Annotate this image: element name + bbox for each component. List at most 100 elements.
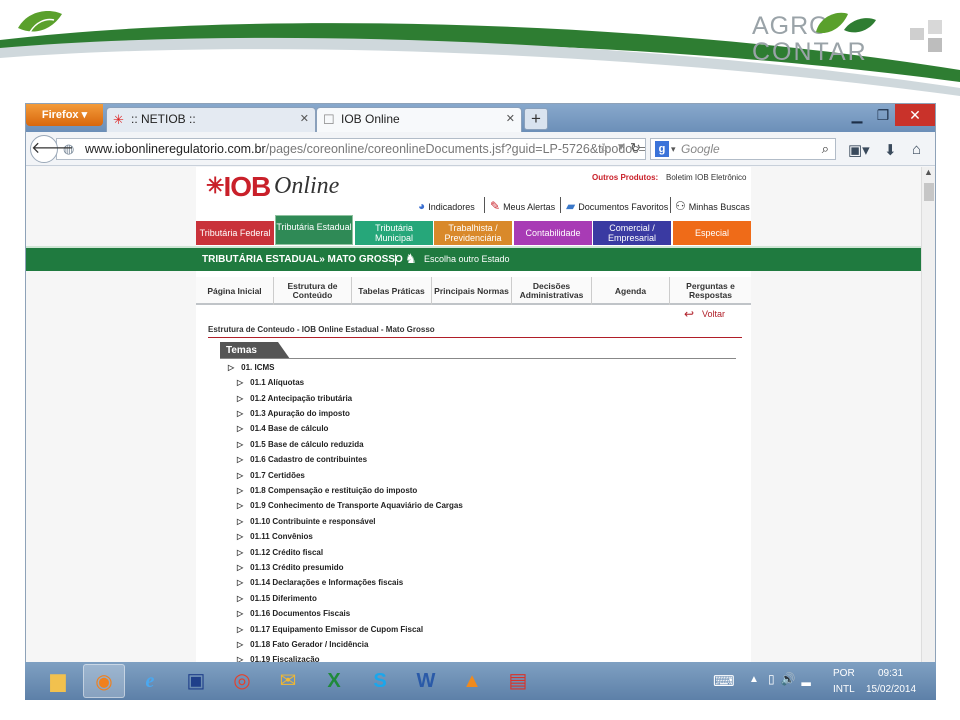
back-button[interactable]: 🡐	[30, 135, 74, 163]
tree-root-icms[interactable]: ▷ 01. ICMS	[228, 363, 275, 372]
search-input[interactable]: g ▾ Google ⌕	[650, 138, 836, 160]
keyboard-layout-indicator[interactable]: INTL	[833, 684, 855, 695]
browser-window: Firefox ▾ ✳ :: NETIOB :: ✕ ☐ IOB Online …	[25, 103, 936, 700]
tree-item[interactable]: ▷ 01.18 Fato Gerador / Incidência	[237, 640, 368, 649]
menu-principais-normas[interactable]: Principais Normas	[432, 277, 512, 305]
language-indicator[interactable]: POR	[833, 668, 855, 679]
tree-item[interactable]: ▷ 01.17 Equipamento Emissor de Cupom Fisc…	[237, 625, 423, 634]
tree-item[interactable]: ▷ 01.16 Documentos Fiscais	[237, 609, 350, 618]
reload-icon[interactable]: ↻	[630, 140, 641, 156]
tab-close-icon[interactable]: ✕	[506, 108, 515, 131]
temas-header: Temas	[220, 342, 290, 359]
breadcrumb: Estrutura de Conteudo - IOB Online Estad…	[208, 325, 435, 334]
tab-comercial[interactable]: Comercial / Empresarial	[593, 221, 671, 245]
corner-squares-icon	[910, 20, 942, 52]
vertical-scrollbar[interactable]: ▲	[921, 167, 935, 699]
app-red-icon[interactable]: ▤	[497, 664, 539, 698]
expand-triangle-icon: ▷	[237, 640, 244, 649]
tree-item[interactable]: ▷ 01.15 Diferimento	[237, 594, 317, 603]
vlc-icon[interactable]: ▲	[451, 664, 493, 698]
menu-decisoes-administrativas[interactable]: Decisões Administrativas	[512, 277, 592, 305]
back-link[interactable]: ↩ Voltar	[684, 307, 725, 321]
dropdown-arrow-icon[interactable]: ▼	[616, 142, 626, 153]
util-divider	[670, 197, 671, 213]
internet-explorer-icon[interactable]: e	[129, 664, 171, 698]
network-computer-icon[interactable]: ▣	[175, 664, 217, 698]
tab-iob-online[interactable]: ☐ IOB Online ✕	[316, 107, 522, 132]
word-icon[interactable]: W	[405, 664, 447, 698]
toolbar-widget-icon[interactable]: ▣▾	[848, 141, 870, 159]
boletim-link[interactable]: Boletim IOB Eletrônico	[666, 173, 746, 182]
choose-state-link[interactable]: Escolha outro Estado	[424, 254, 510, 264]
tree-item[interactable]: ▷ 01.6 Cadastro de contribuintes	[237, 455, 367, 464]
show-hidden-icons-icon[interactable]: ▲	[749, 674, 759, 685]
tree-item[interactable]: ▷ 01.14 Declarações e Informações fiscais	[237, 578, 403, 587]
leaf-left-icon	[18, 10, 62, 32]
brazil-map-icon[interactable]: ♞	[405, 251, 417, 267]
url-host: www.iobonlineregulatorio.com.br	[85, 142, 266, 156]
tray-status-icons[interactable]: ▯🔊▂	[768, 672, 817, 686]
outlook-icon[interactable]: ✉	[267, 664, 309, 698]
menu-tabelas-praticas[interactable]: Tabelas Práticas	[352, 277, 432, 305]
tree-item[interactable]: ▷ 01.12 Crédito fiscal	[237, 548, 323, 557]
tree-item[interactable]: ▷ 01.11 Convênios	[237, 532, 313, 541]
tab-trabalhista[interactable]: Trabalhista / Previdenciária	[434, 221, 512, 245]
alert-icon: ✎	[490, 199, 501, 213]
binoculars-icon: ⚇	[675, 199, 686, 213]
menu-pagina-inicial[interactable]: Página Inicial	[196, 277, 274, 305]
clock-time[interactable]: 09:31	[878, 668, 903, 679]
keyboard-icon[interactable]: ⌨	[713, 672, 735, 690]
alerts-link[interactable]: ✎ Meus Alertas	[490, 199, 555, 213]
tree-item[interactable]: ▷ 01.7 Certidões	[237, 471, 305, 480]
tree-item[interactable]: ▷ 01.13 Crédito presumido	[237, 563, 344, 572]
close-window-icon[interactable]: ✕	[895, 104, 935, 126]
menu-agenda[interactable]: Agenda	[592, 277, 670, 305]
expand-triangle-icon: ▷	[237, 548, 244, 557]
tab-tributaria-federal[interactable]: Tributária Federal	[196, 221, 274, 245]
tab-netiob[interactable]: ✳ :: NETIOB :: ✕	[106, 107, 316, 132]
firefox-icon[interactable]: ◉	[83, 664, 125, 698]
search-icon[interactable]: ⌕	[822, 139, 829, 159]
scroll-thumb[interactable]	[924, 183, 934, 201]
search-engine-dropdown-icon[interactable]: ▾	[671, 139, 676, 159]
scroll-up-icon[interactable]: ▲	[924, 167, 933, 177]
logo-leaves-icon	[816, 12, 876, 34]
tree-item[interactable]: ▷ 01.5 Base de cálculo reduzida	[237, 440, 364, 449]
tree-item[interactable]: ▷ 01.2 Antecipação tributária	[237, 394, 352, 403]
menu-estrutura-conteudo[interactable]: Estrutura de Conteúdo	[274, 277, 352, 305]
tree-item[interactable]: ▷ 01.8 Compensação e restituição do impos…	[237, 486, 417, 495]
indicators-link[interactable]: ◕ Indicadores	[418, 199, 475, 213]
page-favicon-icon: ☐	[323, 112, 335, 127]
google-icon: g	[655, 141, 669, 157]
downloads-icon[interactable]: ⬇	[884, 141, 897, 159]
tab-tributaria-estadual[interactable]: Tributária Estadual	[275, 215, 353, 245]
tab-close-icon[interactable]: ✕	[300, 108, 309, 131]
section-title: TRIBUTÁRIA ESTADUAL» MATO GROSSO	[202, 254, 403, 265]
bookmark-star-icon[interactable]: ☆	[598, 140, 611, 157]
favorite-documents-link[interactable]: ▰ Documentos Favoritos	[566, 199, 668, 213]
menu-perguntas-respostas[interactable]: Perguntas e Respostas	[670, 277, 751, 305]
content-menu: Página Inicial Estrutura de Conteúdo Tab…	[196, 277, 751, 305]
skype-icon[interactable]: S	[359, 664, 401, 698]
page-viewport: ✳IOB Online Outros Produtos: Boletim IOB…	[26, 167, 921, 699]
netiob-favicon-icon: ✳	[113, 112, 124, 127]
firefox-menu-button[interactable]: Firefox ▾	[26, 104, 103, 126]
iob-logo[interactable]: ✳IOB	[206, 171, 271, 203]
new-tab-button[interactable]: +	[524, 108, 548, 130]
iob-logo-suffix: Online	[274, 173, 340, 199]
home-icon[interactable]: ⌂	[912, 141, 921, 158]
saved-searches-link[interactable]: ⚇ Minhas Buscas	[675, 199, 750, 213]
tree-item[interactable]: ▷ 01.10 Contribuinte e responsável	[237, 517, 376, 526]
address-bar[interactable]: ◍ www.iobonlineregulatorio.com.br/pages/…	[56, 138, 646, 160]
tab-especial[interactable]: Especial	[673, 221, 751, 245]
tab-tributaria-municipal[interactable]: Tributária Municipal	[355, 221, 433, 245]
tree-item[interactable]: ▷ 01.3 Apuração do imposto	[237, 409, 350, 418]
clock-date[interactable]: 15/02/2014	[866, 684, 916, 695]
tab-contabilidade[interactable]: Contabilidade	[514, 221, 592, 245]
tree-item[interactable]: ▷ 01.9 Conhecimento de Transporte Aquaviá…	[237, 501, 463, 510]
chrome-icon[interactable]: ◎	[221, 664, 263, 698]
tree-item[interactable]: ▷ 01.1 Alíquotas	[237, 378, 304, 387]
file-explorer-icon[interactable]: ▆	[37, 664, 79, 698]
excel-icon[interactable]: X	[313, 664, 355, 698]
tree-item[interactable]: ▷ 01.4 Base de cálculo	[237, 424, 328, 433]
